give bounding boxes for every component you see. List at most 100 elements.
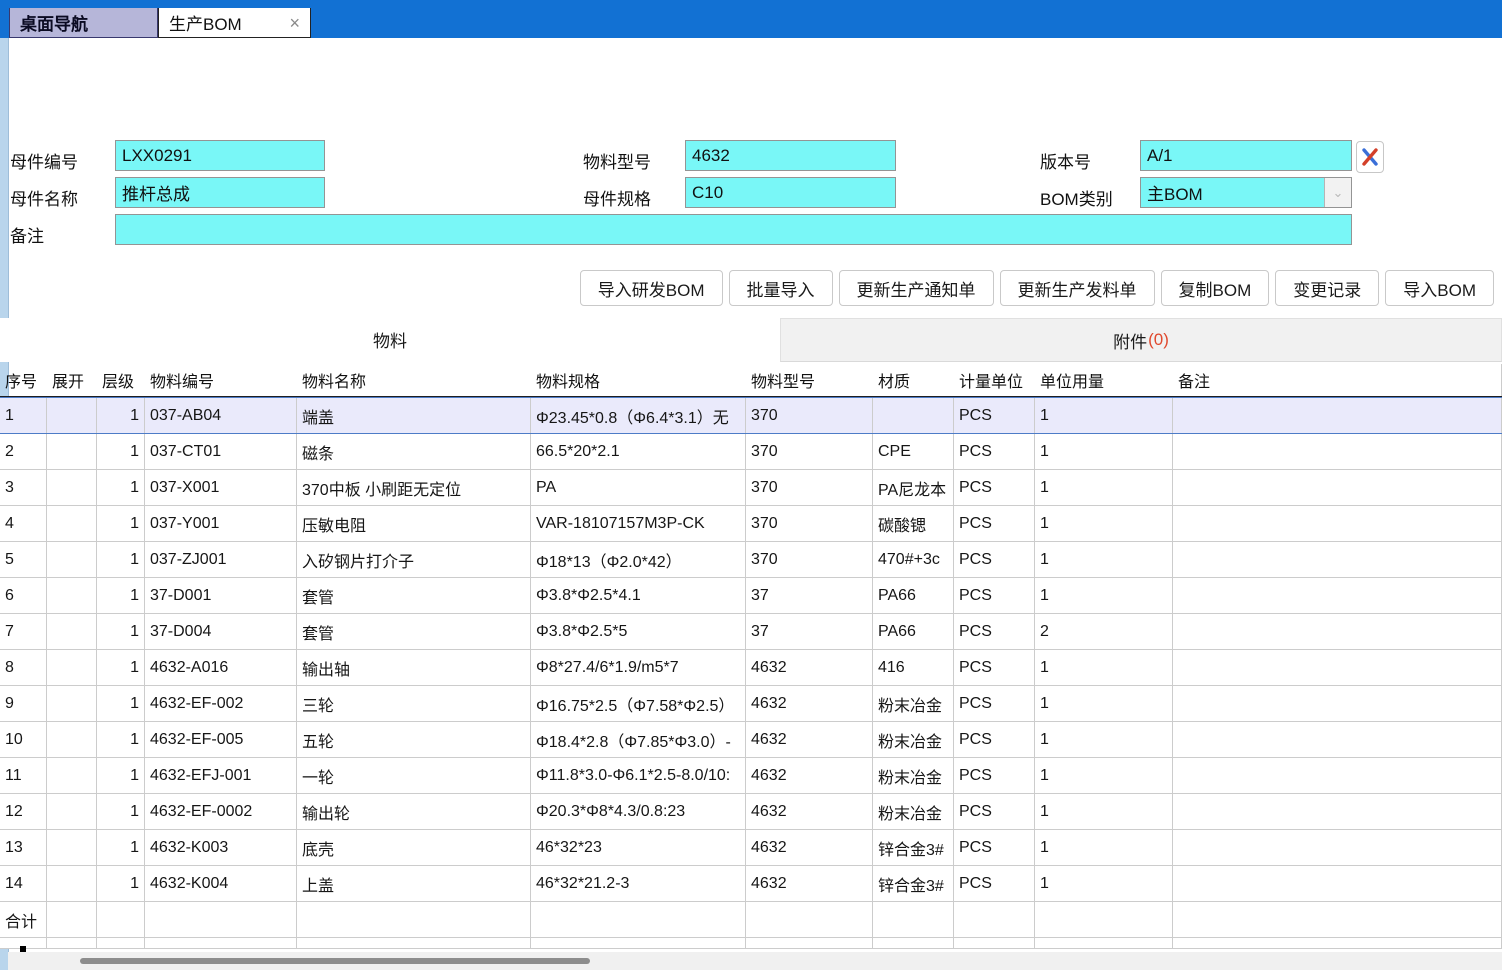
material-model-input[interactable] xyxy=(685,140,896,171)
cell: 入矽钢片打介子 xyxy=(297,542,531,577)
cell: 合计 xyxy=(0,902,47,937)
cell: 上盖 xyxy=(297,866,531,901)
table-row[interactable]: 31037-X001370中板 小刷距无定位PA370PA尼龙本PCS1 xyxy=(0,470,1502,506)
tab-attachments-count: (0) xyxy=(1148,330,1169,350)
cell: 1 xyxy=(1035,542,1173,577)
tab-production-bom[interactable]: 生产BOM × xyxy=(158,8,311,38)
cell xyxy=(1173,830,1502,865)
cell xyxy=(531,902,746,937)
cell: 4632-EF-005 xyxy=(145,722,297,757)
cell: 1 xyxy=(97,650,145,685)
crossed-tools-icon xyxy=(1360,147,1380,167)
column-header[interactable]: 计量单位 xyxy=(954,364,1035,396)
cell: 4632 xyxy=(746,794,873,829)
cell: Φ3.8*Φ2.5*5 xyxy=(531,614,746,649)
bom-type-select[interactable]: 主BOM ⌄ xyxy=(1140,177,1352,208)
table-row[interactable]: 1414632-K004上盖46*32*21.2-34632锌合金3#PCS1 xyxy=(0,866,1502,902)
column-header[interactable]: 层级 xyxy=(97,364,145,396)
table-row[interactable]: 1014632-EF-005五轮Φ18.4*2.8（Φ7.85*Φ3.0）-46… xyxy=(0,722,1502,758)
table-row[interactable]: 814632-A016输出轴Φ8*27.4/6*1.9/m5*74632416P… xyxy=(0,650,1502,686)
cell: 4632-K003 xyxy=(145,830,297,865)
cell xyxy=(1173,902,1502,937)
cell: 1 xyxy=(97,758,145,793)
column-header[interactable]: 序号 xyxy=(0,364,47,396)
table-row[interactable]: 1214632-EF-0002输出轮Φ20.3*Φ8*4.3/0.8:23463… xyxy=(0,794,1502,830)
toolbar-button-5[interactable]: 变更记录 xyxy=(1275,270,1379,306)
cell: PA尼龙本 xyxy=(873,470,954,505)
cell: 一轮 xyxy=(297,758,531,793)
cell: 13 xyxy=(0,830,47,865)
cell: 4632-K004 xyxy=(145,866,297,901)
content-tab-bar: 物料 附件 (0) xyxy=(0,318,1502,362)
chevron-down-icon[interactable]: ⌄ xyxy=(1324,178,1351,207)
cell: 416 xyxy=(873,650,954,685)
close-tab-icon[interactable]: × xyxy=(289,14,300,32)
cell xyxy=(1173,506,1502,541)
table-row[interactable]: 1314632-K003底壳46*32*234632锌合金3#PCS1 xyxy=(0,830,1502,866)
column-header[interactable]: 物料编号 xyxy=(145,364,297,396)
cell: PCS xyxy=(954,470,1035,505)
horizontal-scrollbar[interactable] xyxy=(8,952,1502,970)
cell: PCS xyxy=(954,578,1035,613)
cell: CPE xyxy=(873,434,954,469)
cell xyxy=(47,650,97,685)
cell: 7 xyxy=(0,614,47,649)
cell xyxy=(145,902,297,937)
cell xyxy=(1173,470,1502,505)
remark-label: 备注 xyxy=(10,222,44,247)
toolbar-button-1[interactable]: 批量导入 xyxy=(729,270,833,306)
table-header-row: 序号展开层级物料编号物料名称物料规格物料型号材质计量单位单位用量备注 xyxy=(0,364,1502,398)
cell: 1 xyxy=(1035,398,1173,433)
toolbar-button-3[interactable]: 更新生产发料单 xyxy=(1000,270,1155,306)
column-header[interactable]: 单位用量 xyxy=(1035,364,1173,396)
table-partial-row xyxy=(0,938,1502,949)
cell xyxy=(47,470,97,505)
version-tools-button[interactable] xyxy=(1356,141,1384,173)
cell: 37 xyxy=(746,614,873,649)
cell: 2 xyxy=(0,434,47,469)
column-header[interactable]: 物料规格 xyxy=(531,364,746,396)
toolbar-button-0[interactable]: 导入研发BOM xyxy=(580,270,723,306)
table-row[interactable]: 11037-AB04端盖Φ23.45*0.8（Φ6.4*3.1）无370PCS1 xyxy=(0,397,1502,434)
cell: 1 xyxy=(97,542,145,577)
tab-desktop-navigation[interactable]: 桌面导航 xyxy=(9,8,158,38)
tab-materials[interactable]: 物料 xyxy=(0,318,780,362)
cell: PCS xyxy=(954,686,1035,721)
cell: PCS xyxy=(954,398,1035,433)
table-row[interactable]: 21037-CT01磁条66.5*20*2.1370CPEPCS1 xyxy=(0,434,1502,470)
cell xyxy=(297,902,531,937)
cell: 4632 xyxy=(746,722,873,757)
cell: 4632-EF-002 xyxy=(145,686,297,721)
parent-spec-input[interactable] xyxy=(685,177,896,208)
table-row[interactable]: 51037-ZJ001入矽钢片打介子Φ18*13（Φ2.0*42）370470#… xyxy=(0,542,1502,578)
column-header[interactable]: 材质 xyxy=(873,364,954,396)
cell: 粉末冶金 xyxy=(873,794,954,829)
column-header[interactable]: 物料型号 xyxy=(746,364,873,396)
parent-code-input[interactable] xyxy=(115,140,325,171)
table-row[interactable]: 41037-Y001压敏电阻VAR-18107157M3P-CK370碳酸锶PC… xyxy=(0,506,1502,542)
table-row[interactable]: 914632-EF-002三轮Φ16.75*2.5（Φ7.58*Φ2.5）463… xyxy=(0,686,1502,722)
cell: 碳酸锶 xyxy=(873,506,954,541)
cell: 4 xyxy=(0,506,47,541)
cell: PCS xyxy=(954,830,1035,865)
toolbar-button-4[interactable]: 复制BOM xyxy=(1161,270,1270,306)
column-header[interactable]: 备注 xyxy=(1173,364,1502,396)
column-header[interactable]: 展开 xyxy=(47,364,97,396)
table-row[interactable]: 7137-D004套管Φ3.8*Φ2.5*537PA66PCS2 xyxy=(0,614,1502,650)
cell xyxy=(954,938,1035,948)
version-input[interactable] xyxy=(1140,140,1352,171)
toolbar-button-6[interactable]: 导入BOM xyxy=(1385,270,1494,306)
remark-input[interactable] xyxy=(115,214,1352,245)
cell xyxy=(1173,614,1502,649)
tab-attachments[interactable]: 附件 (0) xyxy=(780,318,1502,362)
toolbar-button-2[interactable]: 更新生产通知单 xyxy=(839,270,994,306)
cell: PCS xyxy=(954,722,1035,757)
parent-name-input[interactable] xyxy=(115,177,325,208)
cell: 1 xyxy=(97,470,145,505)
cell: 输出轮 xyxy=(297,794,531,829)
column-header[interactable]: 物料名称 xyxy=(297,364,531,396)
table-row[interactable]: 6137-D001套管Φ3.8*Φ2.5*4.137PA66PCS1 xyxy=(0,578,1502,614)
horizontal-scrollbar-thumb[interactable] xyxy=(80,958,590,964)
table-row[interactable]: 1114632-EFJ-001一轮Φ11.8*3.0-Φ6.1*2.5-8.0/… xyxy=(0,758,1502,794)
cell: PCS xyxy=(954,866,1035,901)
